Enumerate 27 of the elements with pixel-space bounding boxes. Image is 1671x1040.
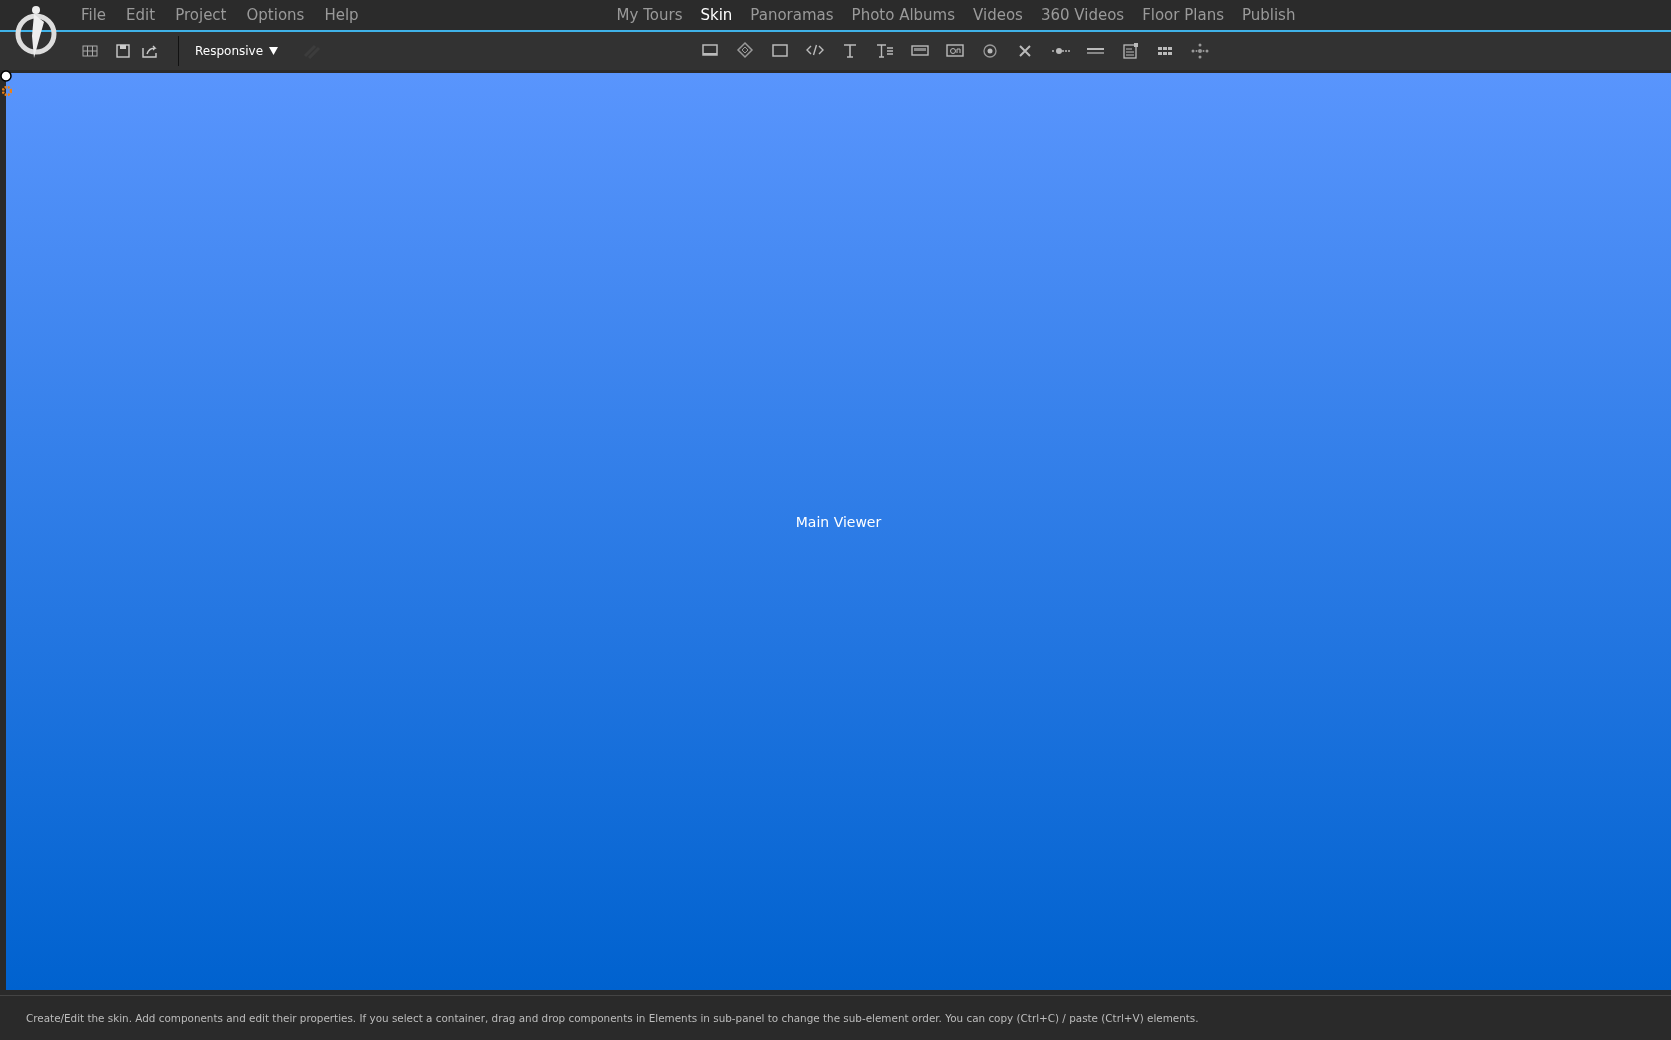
nav-tab[interactable]: My Tours: [609, 6, 690, 24]
menu-item[interactable]: Help: [317, 6, 366, 24]
nav-tab[interactable]: Photo Albums: [844, 6, 963, 24]
menu-item[interactable]: File: [74, 6, 114, 24]
export-icon[interactable]: [142, 44, 158, 58]
nav-tab[interactable]: 360 Videos: [1033, 6, 1132, 24]
nav-tab[interactable]: Panoramas: [743, 6, 841, 24]
anchor-handle-icon[interactable]: [0, 70, 12, 82]
nav-tab[interactable]: Videos: [966, 6, 1030, 24]
target-icon[interactable]: [980, 41, 1000, 61]
menu-item[interactable]: Project: [168, 6, 234, 24]
nav-tab[interactable]: Publish: [1234, 6, 1303, 24]
save-icon[interactable]: [116, 44, 130, 58]
menu-item[interactable]: Options: [239, 6, 312, 24]
dots-icon[interactable]: [1190, 41, 1210, 61]
document-icon[interactable]: [1120, 41, 1140, 61]
nav-tab[interactable]: Skin: [693, 6, 740, 24]
gear-icon[interactable]: [2, 86, 12, 96]
nav-tab[interactable]: Floor Plans: [1135, 6, 1231, 24]
responsive-dropdown[interactable]: Responsive: [191, 42, 283, 60]
text-block-icon[interactable]: [875, 41, 895, 61]
element-label: Main Viewer: [795, 513, 882, 530]
status-bar-text: Create/Edit the skin. Add components and edit their properties. If you select a container, drag and drop components in Elements in sub-panel to change the sub-element order. You can copy (Ctrl+C) / paste (Ctrl+V) elements.: [0, 995, 1671, 1040]
grid-icon[interactable]: [82, 45, 98, 57]
diamond-icon[interactable]: [735, 41, 755, 61]
caret-icon: [269, 47, 279, 55]
menu-item[interactable]: Edit: [119, 6, 163, 24]
